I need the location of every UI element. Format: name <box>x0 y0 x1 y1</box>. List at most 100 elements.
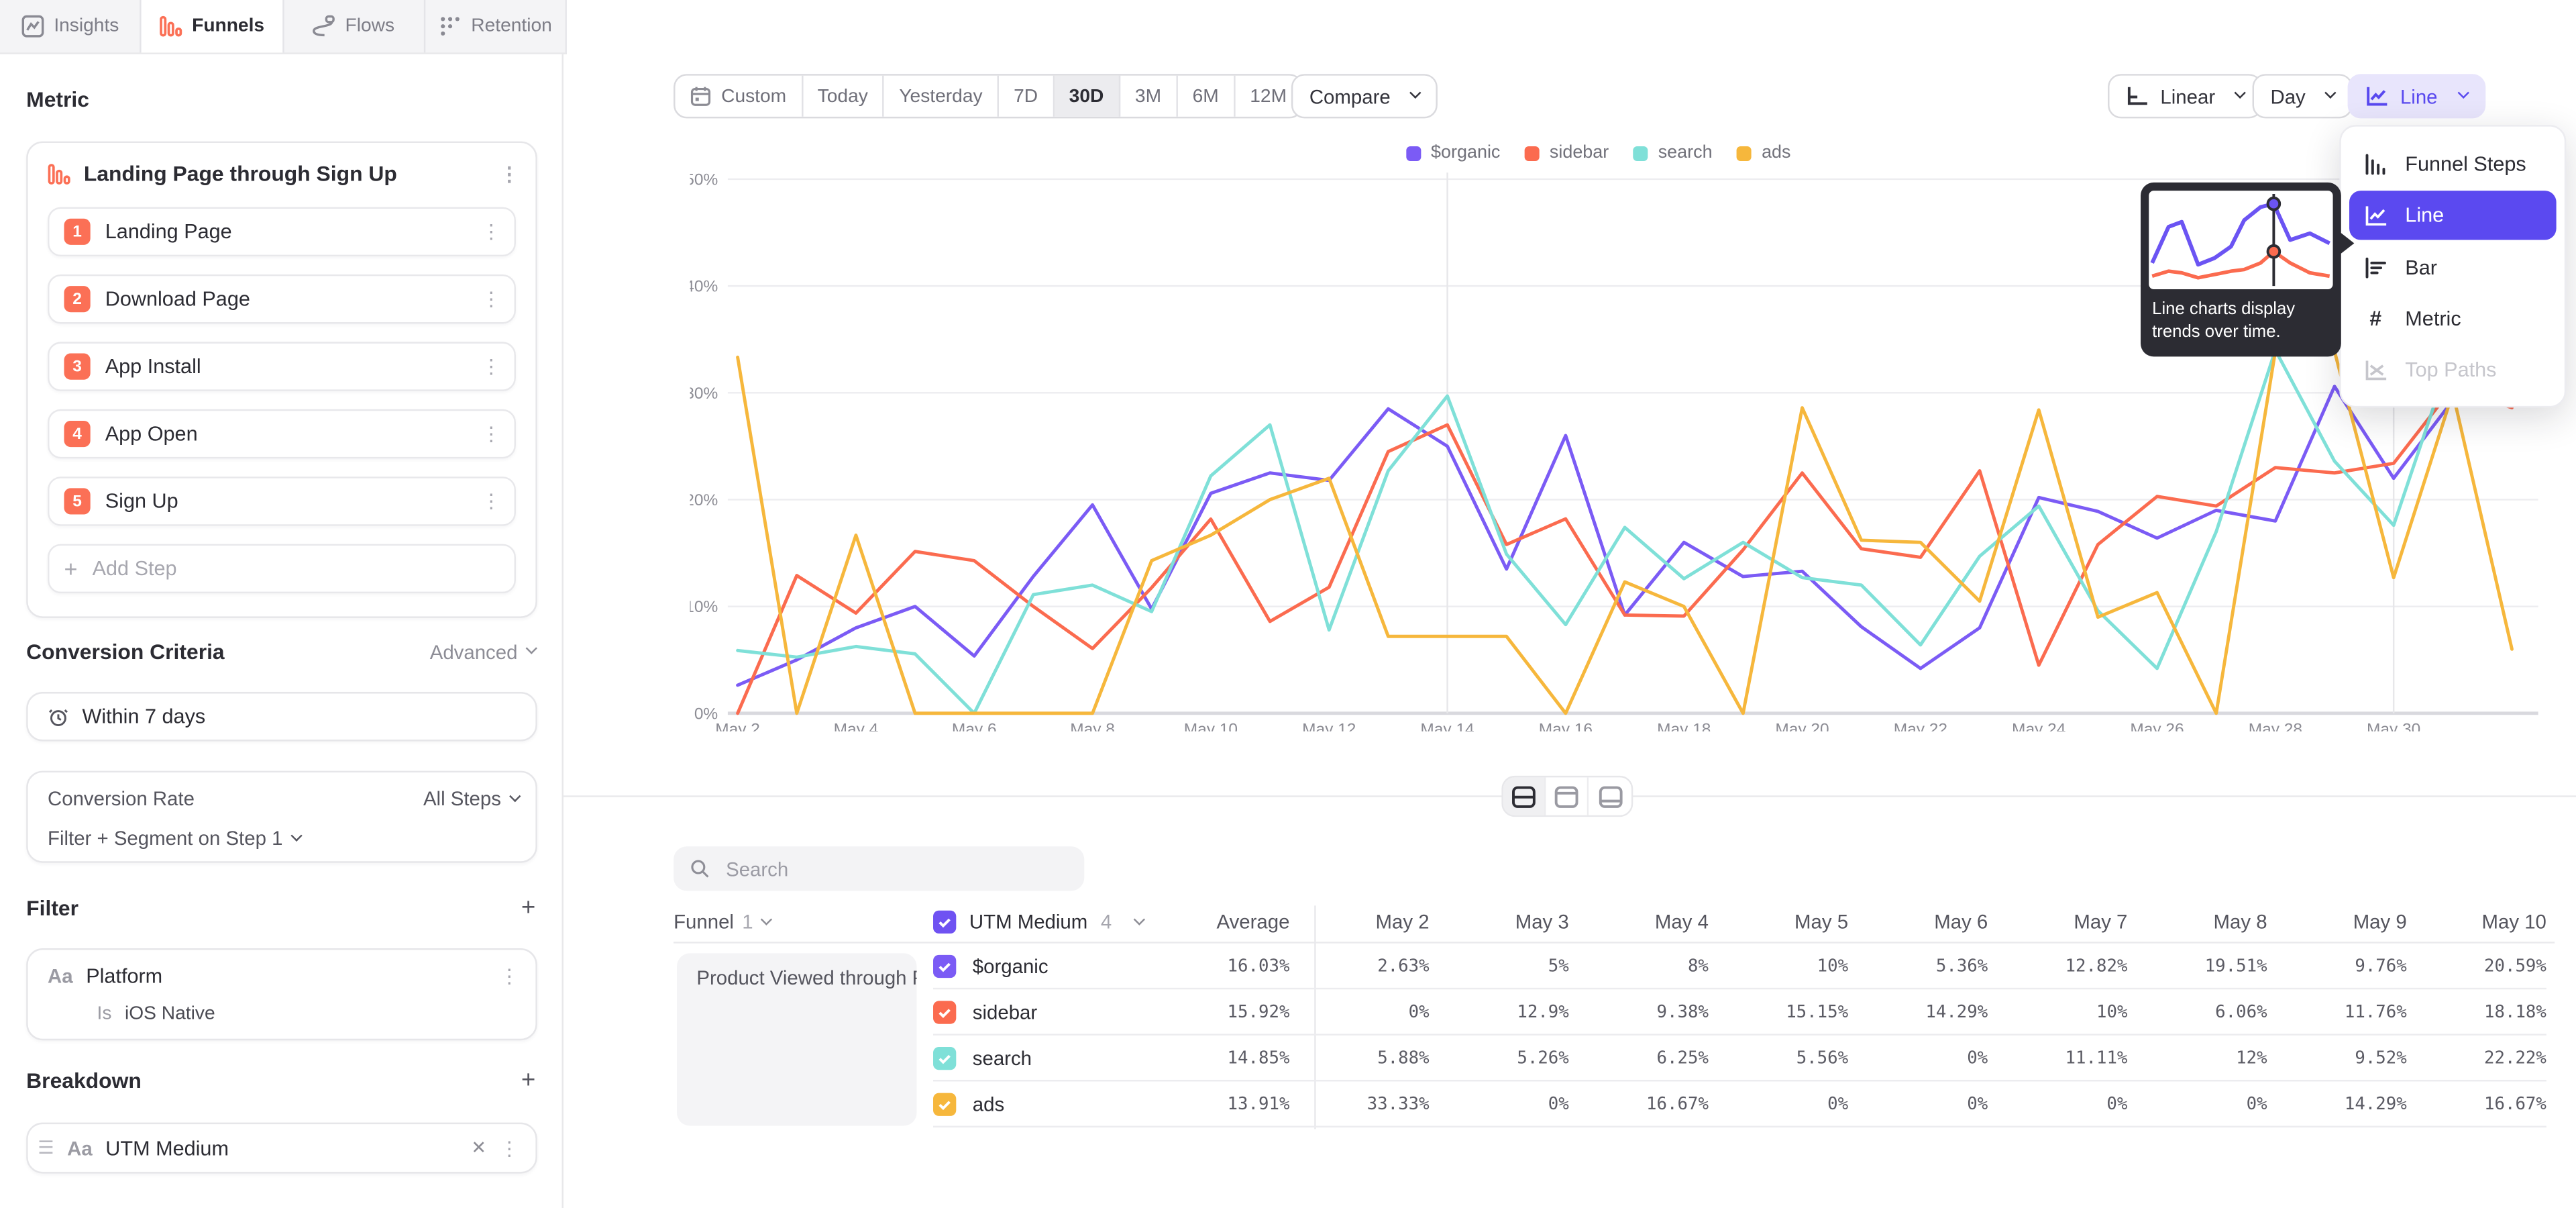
date-range-control: CustomTodayYesterday7D30D3M6M12M <box>674 74 1303 118</box>
kebab-menu-icon[interactable]: ⋮ <box>499 162 519 185</box>
menu-item-metric[interactable]: # Metric <box>2341 293 2565 344</box>
conversion-window-card[interactable]: Within 7 days <box>26 692 537 741</box>
row-series-name: search <box>973 1046 1032 1069</box>
funnel-step-card[interactable]: 1Landing Page⋮ <box>48 207 516 256</box>
check-icon <box>936 1095 953 1111</box>
range-today[interactable]: Today <box>803 76 885 117</box>
funnel-step-card[interactable]: 4App Open⋮ <box>48 409 516 458</box>
funnel-step-card[interactable]: 5Sign Up⋮ <box>48 476 516 525</box>
kebab-menu-icon[interactable]: ⋮ <box>499 964 519 987</box>
range-yesterday[interactable]: Yesterday <box>884 76 999 117</box>
value-cell: 8% <box>1569 956 1709 975</box>
svg-text:0%: 0% <box>694 705 718 723</box>
scale-dropdown[interactable]: Linear <box>2108 74 2263 118</box>
advanced-dropdown[interactable]: Advanced <box>430 640 536 663</box>
funnel-step-card[interactable]: 2Download Page⋮ <box>48 274 516 323</box>
kebab-menu-icon[interactable]: ⋮ <box>482 490 501 513</box>
kebab-menu-icon[interactable]: ⋮ <box>482 288 501 311</box>
conversion-window-value: Within 7 days <box>82 705 205 728</box>
chevron-down-icon <box>509 790 521 801</box>
value-cell: 9.38% <box>1569 1002 1709 1021</box>
breakdown-heading-row: Breakdown + <box>26 1068 535 1093</box>
row-values: 13.91%33.33%0%16.67%0%0%0%0%14.29%16.67% <box>1150 1094 2546 1113</box>
range-6m[interactable]: 6M <box>1178 76 1236 117</box>
select-all-checkbox[interactable] <box>933 911 956 934</box>
row-checkbox[interactable] <box>933 1000 956 1023</box>
tab-insights[interactable]: Insights <box>0 0 142 52</box>
all-steps-dropdown[interactable]: All Steps <box>423 787 519 810</box>
value-cell: 5.26% <box>1430 1048 1569 1067</box>
step-number-badge: 1 <box>64 219 91 245</box>
breakdown-property: UTM Medium <box>105 1136 229 1159</box>
filter-heading: Filter <box>26 896 78 921</box>
search-input[interactable] <box>722 856 1068 882</box>
tab-flows[interactable]: Flows <box>283 0 425 52</box>
value-cell: 12% <box>2127 1048 2267 1067</box>
menu-item-funnel-steps[interactable]: Funnel Steps <box>2341 138 2565 189</box>
value-cell: 0% <box>1709 1094 1848 1113</box>
menu-item-label: Metric <box>2405 307 2461 330</box>
menu-item-line[interactable]: Line <box>2349 191 2557 240</box>
granularity-dropdown[interactable]: Day <box>2253 74 2353 118</box>
menu-item-label: Bar <box>2405 256 2437 279</box>
value-cell: 22.22% <box>2407 1048 2546 1067</box>
layout-chart-button[interactable] <box>1546 777 1589 815</box>
menu-item-top-paths[interactable]: Top Paths <box>2341 344 2565 395</box>
compare-button[interactable]: Compare <box>1291 74 1438 118</box>
value-cell: 10% <box>1988 1002 2127 1021</box>
linear-axis-icon <box>2126 85 2149 107</box>
svg-text:10%: 10% <box>690 598 718 616</box>
kebab-menu-icon[interactable]: ⋮ <box>482 422 501 445</box>
metric-section-heading: Metric <box>26 87 535 112</box>
range-7d[interactable]: 7D <box>999 76 1055 117</box>
range-custom[interactable]: Custom <box>676 76 803 117</box>
layout-table-button[interactable] <box>1589 777 1631 815</box>
filter-heading-row: Filter + <box>26 896 535 921</box>
split-layout-icon <box>1511 785 1536 807</box>
add-filter-button[interactable]: + <box>521 896 535 921</box>
metric-hash-icon: # <box>2369 307 2381 329</box>
range-label: 6M <box>1193 87 1219 106</box>
breakdown-column-header[interactable]: UTM Medium 4 <box>933 905 1143 938</box>
value-cell: 0% <box>1289 1002 1429 1021</box>
plus-icon: + <box>64 556 78 582</box>
filter-segment-dropdown[interactable]: Filter + Segment on Step 1 <box>48 827 301 850</box>
range-3m[interactable]: 3M <box>1120 76 1178 117</box>
svg-text:May 30: May 30 <box>2367 721 2420 732</box>
funnel-column-header[interactable]: Funnel 1 <box>674 905 771 938</box>
breakdown-card[interactable]: ☰ Aa UTM Medium ✕ ⋮ <box>26 1123 537 1174</box>
value-cell: 2.63% <box>1289 956 1429 975</box>
row-checkbox[interactable] <box>933 1092 956 1115</box>
kebab-menu-icon[interactable]: ⋮ <box>482 355 501 378</box>
funnel-title-row[interactable]: Landing Page through Sign Up ⋮ <box>28 143 536 186</box>
kebab-menu-icon[interactable]: ⋮ <box>482 220 501 243</box>
drag-handle-icon[interactable]: ☰ <box>38 1138 54 1159</box>
range-label: Today <box>818 87 868 106</box>
add-step-button[interactable]: + Add Step <box>48 544 516 593</box>
funnel-step-card[interactable]: 3App Install⋮ <box>48 342 516 391</box>
tooltip-text: Line charts display trends over time. <box>2149 289 2332 349</box>
menu-item-bar[interactable]: Bar <box>2341 242 2565 293</box>
tab-funnels[interactable]: Funnels <box>142 0 283 52</box>
check-icon <box>936 914 953 930</box>
breakdown-heading: Breakdown <box>26 1068 142 1093</box>
chart-type-dropdown[interactable]: Line <box>2348 74 2485 118</box>
row-group-cell[interactable]: Product Viewed through P... <box>677 953 917 1125</box>
row-checkbox[interactable] <box>933 954 956 977</box>
layout-split-button[interactable] <box>1503 777 1546 815</box>
range-label: Custom <box>721 87 786 106</box>
tab-label: Funnels <box>192 16 264 36</box>
chart-type-label: Line <box>2400 85 2438 107</box>
value-cell: 16.67% <box>1569 1094 1709 1113</box>
range-30d[interactable]: 30D <box>1055 76 1120 117</box>
row-checkbox[interactable] <box>933 1046 956 1069</box>
remove-breakdown-icon[interactable]: ✕ <box>471 1138 486 1159</box>
value-cell: 5% <box>1430 956 1569 975</box>
svg-text:May 22: May 22 <box>1894 721 1947 732</box>
filter-card[interactable]: Aa Platform ⋮ Is iOS Native <box>26 948 537 1040</box>
kebab-menu-icon[interactable]: ⋮ <box>499 1136 519 1159</box>
add-breakdown-button[interactable]: + <box>521 1068 535 1093</box>
string-type-icon: Aa <box>67 1136 93 1159</box>
tab-retention[interactable]: Retention <box>425 0 566 52</box>
advanced-label: Advanced <box>430 640 518 663</box>
